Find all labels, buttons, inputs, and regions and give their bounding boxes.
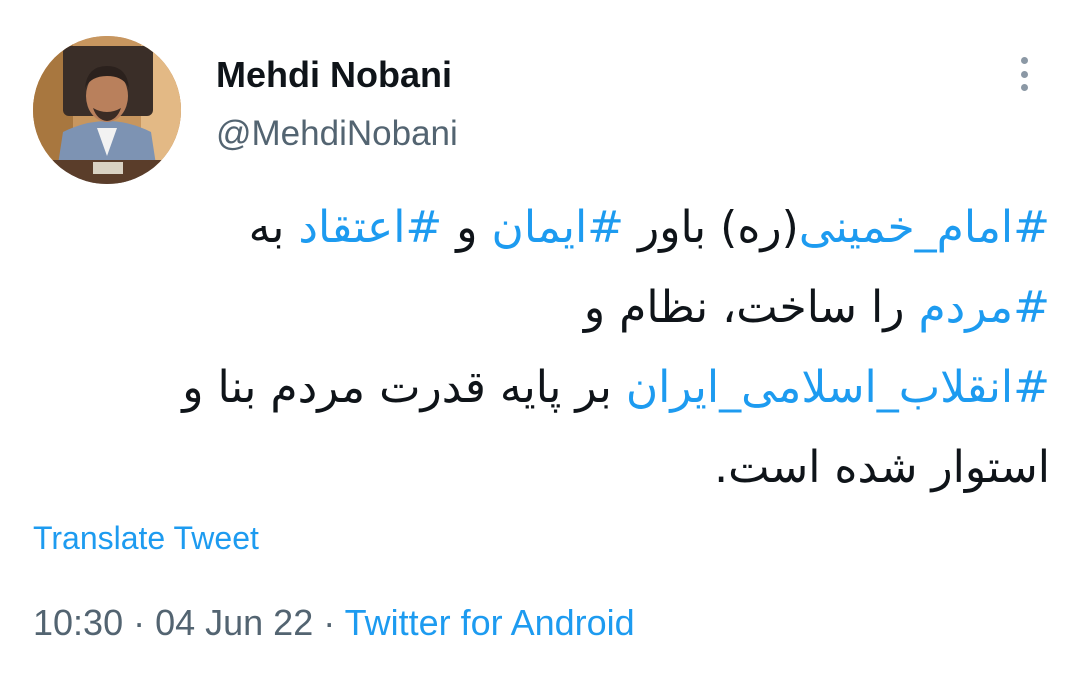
tweet-source-link[interactable]: Twitter for Android [345,602,635,643]
tweet-line: استوار شده است. [60,428,1050,508]
meta-separator: · [313,602,345,643]
more-vertical-icon[interactable] [1010,54,1038,94]
display-name[interactable]: Mehdi Nobani [216,54,452,96]
tweet-text: #امام_خمینی(ره) باور #ایمان و #اعتقاد به… [60,188,1050,508]
more-dot [1020,70,1028,78]
tweet-text-segment: را ساخت، نظام و [583,282,919,333]
hashtag-link[interactable]: #مردم [918,282,1050,333]
tweet-text-segment: بر پایه قدرت مردم بنا و [182,362,626,413]
tweet-text-segment: (ره) باور [624,202,799,253]
hashtag-link[interactable]: #ایمان [492,202,625,253]
user-photo-icon [33,36,181,184]
meta-separator: · [123,602,156,643]
hashtag-link[interactable]: #امام_خمینی [799,202,1050,253]
hashtag-link[interactable]: #انقلاب_اسلامی_ایران [626,362,1050,413]
more-dot [1020,84,1028,91]
tweet-line: #مردم را ساخت، نظام و [60,268,1050,348]
tweet-meta: 10:30 · 04 Jun 22 · Twitter for Android [33,602,635,644]
tweet-text-segment: استوار شده است. [714,442,1050,493]
more-dot [1020,57,1028,64]
user-handle[interactable]: @MehdiNobani [216,114,458,154]
avatar[interactable] [33,36,181,184]
tweet-time[interactable]: 10:30 [33,602,123,643]
tweet-text-segment: و [442,202,492,253]
tweet-line: #انقلاب_اسلامی_ایران بر پایه قدرت مردم ب… [60,348,1050,428]
tweet-date[interactable]: 04 Jun 22 [155,602,313,643]
tweet-card: Mehdi Nobani @MehdiNobani #امام_خمینی(ره… [0,0,1080,676]
hashtag-link[interactable]: #اعتقاد [298,202,442,253]
tweet-line: #امام_خمینی(ره) باور #ایمان و #اعتقاد به [60,188,1050,268]
tweet-text-segment: به [248,202,299,253]
translate-tweet-link[interactable]: Translate Tweet [33,520,259,557]
